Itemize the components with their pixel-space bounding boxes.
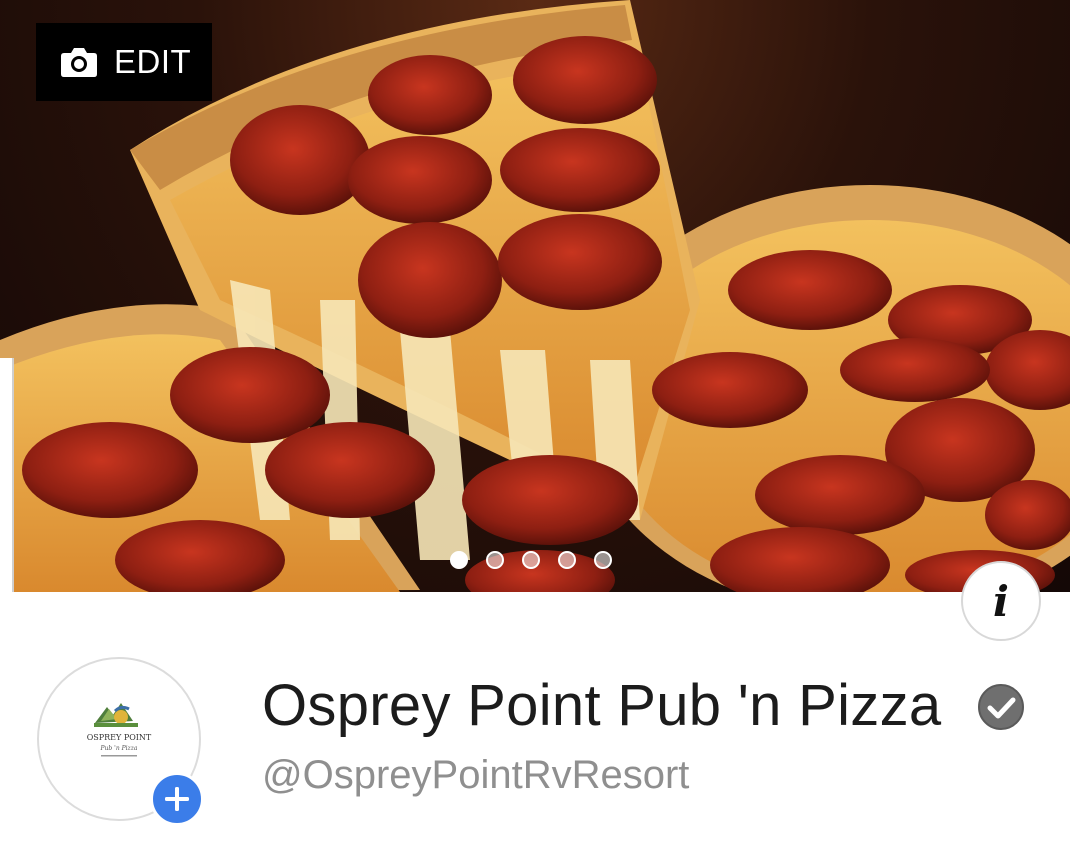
carousel-dot[interactable]: [522, 551, 540, 569]
left-panel-edge: [0, 358, 14, 592]
cover-carousel-dots: [450, 551, 612, 569]
svg-text:OSPREY POINT: OSPREY POINT: [87, 733, 152, 742]
carousel-dot[interactable]: [486, 551, 504, 569]
info-button[interactable]: i: [961, 561, 1041, 641]
page-handle[interactable]: @OspreyPointRvResort: [262, 753, 689, 798]
info-icon: i: [993, 576, 1009, 626]
svg-text:Pub 'n Pizza: Pub 'n Pizza: [100, 745, 138, 752]
carousel-dot[interactable]: [450, 551, 468, 569]
page-title: Osprey Point Pub 'n Pizza: [262, 673, 942, 738]
edit-cover-button[interactable]: EDIT: [36, 23, 212, 101]
carousel-dot[interactable]: [594, 551, 612, 569]
camera-icon: [61, 48, 97, 77]
plus-icon: [165, 787, 189, 811]
edit-label: EDIT: [114, 43, 192, 80]
carousel-dot[interactable]: [558, 551, 576, 569]
check-circle-icon: [978, 684, 1024, 730]
add-profile-photo-button[interactable]: [150, 772, 204, 826]
